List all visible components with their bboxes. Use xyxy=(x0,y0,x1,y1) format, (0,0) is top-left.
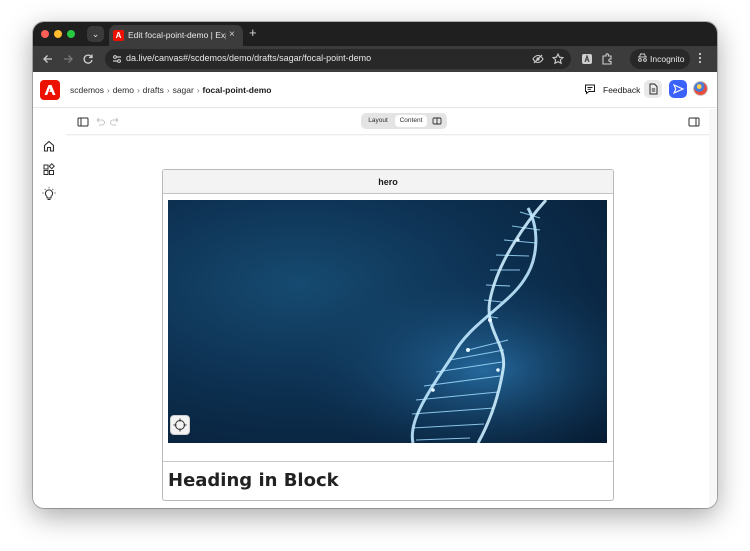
image-cell[interactable] xyxy=(163,195,613,462)
chevron-down-icon: ⌄ xyxy=(91,29,100,39)
chevron-right-icon: › xyxy=(166,86,170,95)
browser-window: ⌄ A Edit focal-point-demo | Experience M… xyxy=(33,22,717,508)
block-heading[interactable]: Heading in Block xyxy=(168,470,339,491)
breadcrumb-item-scdemos[interactable]: scdemos xyxy=(70,85,104,95)
adobe-icon: A xyxy=(113,30,124,41)
feedback-label: Feedback xyxy=(603,85,641,95)
home-icon[interactable] xyxy=(42,139,56,153)
avatar[interactable] xyxy=(693,81,708,96)
tab-title: Edit focal-point-demo | Experience Manag… xyxy=(128,30,226,40)
adobe-icon xyxy=(44,85,56,95)
breadcrumb-current-page: focal-point-demo xyxy=(202,85,272,95)
crosshair-icon xyxy=(173,418,187,432)
apps-icon[interactable] xyxy=(42,163,56,177)
breadcrumb: scdemos › demo › drafts › sagar › focal-point-de… xyxy=(70,85,271,95)
address-bar[interactable]: da.live/canvas#/scdemos/demo/drafts/saga… xyxy=(105,49,571,69)
split-view-icon[interactable] xyxy=(429,115,445,127)
chevron-right-icon: › xyxy=(136,86,140,95)
reload-icon xyxy=(83,54,93,64)
lightbulb-icon[interactable] xyxy=(42,187,56,201)
tab-search-button[interactable]: ⌄ xyxy=(87,26,104,42)
tab-content[interactable]: Content xyxy=(395,115,427,127)
toggle-panel-icon[interactable] xyxy=(687,115,701,129)
browser-tab[interactable]: A Edit focal-point-demo | Experience Man… xyxy=(109,25,243,46)
tab-strip: ⌄ A Edit focal-point-demo | Experience M… xyxy=(33,22,717,46)
extensions-puzzle-icon[interactable] xyxy=(600,52,614,66)
undo-icon[interactable] xyxy=(93,115,107,129)
chevron-right-icon: › xyxy=(196,86,200,95)
feedback-icon xyxy=(585,84,595,95)
send-icon xyxy=(672,83,685,95)
redo-icon[interactable] xyxy=(108,115,122,129)
arrow-right-icon xyxy=(64,55,73,63)
site-settings-icon[interactable] xyxy=(111,53,123,65)
reload-button[interactable] xyxy=(81,52,95,66)
back-button[interactable] xyxy=(41,52,55,66)
document-icon xyxy=(649,83,658,95)
url-text: da.live/canvas#/scdemos/demo/drafts/saga… xyxy=(126,53,372,63)
forward-button[interactable] xyxy=(61,52,75,66)
browser-toolbar: da.live/canvas#/scdemos/demo/drafts/saga… xyxy=(33,46,717,72)
document-page: hero Heading in Block xyxy=(66,136,709,508)
chevron-right-icon: › xyxy=(107,86,110,95)
incognito-label: Incognito xyxy=(650,54,685,64)
eye-off-icon[interactable] xyxy=(531,52,545,66)
hero-block[interactable]: hero Heading in Block xyxy=(162,169,614,501)
heading-cell[interactable]: Heading in Block xyxy=(163,463,613,500)
focal-point-button[interactable] xyxy=(170,415,190,435)
side-nav xyxy=(33,109,66,508)
dna-helix-image xyxy=(168,200,607,443)
hero-image[interactable] xyxy=(168,200,607,443)
more-menu-icon[interactable] xyxy=(698,52,702,68)
adobe-logo[interactable] xyxy=(40,80,60,100)
new-tab-button[interactable]: + xyxy=(249,26,257,40)
toggle-sidebar-icon[interactable] xyxy=(76,115,90,129)
app-header: scdemos › demo › drafts › sagar › focal-point-de… xyxy=(33,72,717,108)
preview-button[interactable] xyxy=(644,80,662,98)
close-window-button[interactable] xyxy=(41,30,49,38)
editor-canvas: Layout Content hero Heading in Block xyxy=(66,109,717,508)
incognito-icon xyxy=(637,52,648,67)
breadcrumb-item-demo[interactable]: demo xyxy=(113,85,134,95)
tab-layout[interactable]: Layout xyxy=(363,115,393,127)
maximize-window-button[interactable] xyxy=(67,30,75,38)
publish-button[interactable] xyxy=(669,80,687,98)
view-mode-switch: Layout Content xyxy=(361,113,447,129)
block-name: hero xyxy=(163,170,613,194)
breadcrumb-item-drafts[interactable]: drafts xyxy=(143,85,164,95)
editor-toolbar: Layout Content xyxy=(66,109,709,135)
breadcrumb-item-sagar[interactable]: sagar xyxy=(173,85,194,95)
minimize-window-button[interactable] xyxy=(54,30,62,38)
arrow-left-icon xyxy=(43,55,52,63)
adobe-extension-icon[interactable] xyxy=(580,52,594,66)
bookmark-star-icon[interactable] xyxy=(551,52,565,66)
incognito-profile-button[interactable]: Incognito xyxy=(630,49,690,69)
close-icon[interactable]: × xyxy=(229,29,235,40)
